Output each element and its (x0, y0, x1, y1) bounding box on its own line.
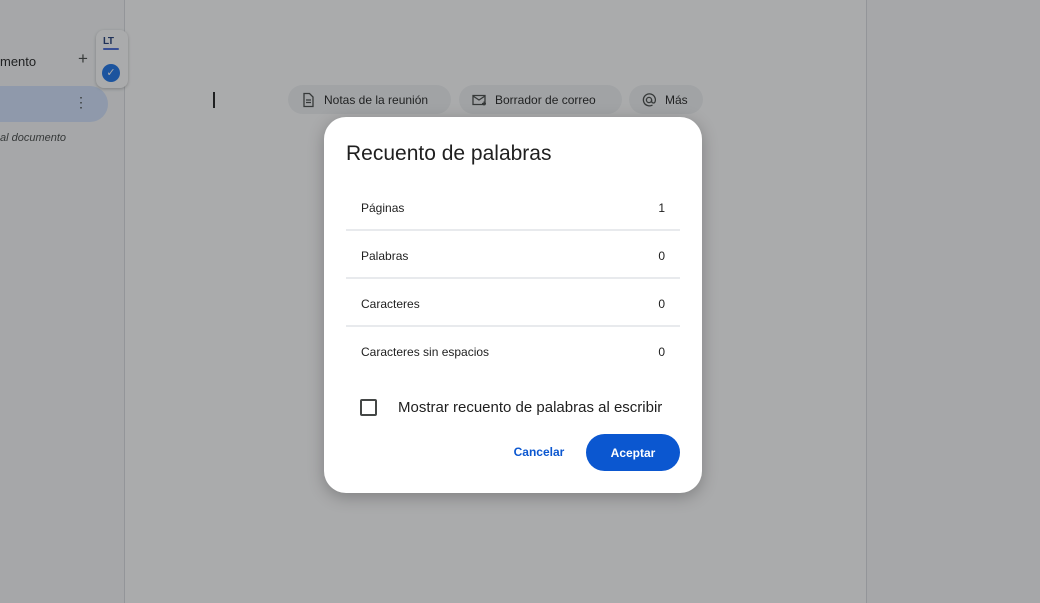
stat-value: 1 (658, 201, 665, 215)
stat-row-pages: Páginas 1 (346, 183, 680, 231)
stat-label: Caracteres sin espacios (361, 345, 490, 359)
stat-label: Caracteres (361, 297, 420, 311)
dialog-title: Recuento de palabras (346, 142, 552, 165)
accept-button[interactable]: Aceptar (586, 434, 680, 471)
stat-row-words: Palabras 0 (346, 231, 680, 279)
stat-label: Páginas (361, 201, 405, 215)
stat-row-characters-no-spaces: Caracteres sin espacios 0 (346, 327, 680, 375)
show-word-count-option[interactable]: Mostrar recuento de palabras al escribir (360, 396, 662, 418)
stat-label: Palabras (361, 249, 409, 263)
stat-value: 0 (658, 345, 665, 359)
stat-row-characters: Caracteres 0 (346, 279, 680, 327)
show-word-count-label[interactable]: Mostrar recuento de palabras al escribir (398, 399, 662, 416)
stat-value: 0 (658, 297, 665, 311)
word-count-dialog: Recuento de palabras Páginas 1 Palabras … (324, 117, 702, 493)
word-count-table: Páginas 1 Palabras 0 Caracteres 0 Caract… (346, 183, 680, 375)
show-word-count-checkbox[interactable] (360, 398, 377, 416)
cancel-button[interactable]: Cancelar (504, 434, 574, 470)
stat-value: 0 (658, 249, 665, 263)
